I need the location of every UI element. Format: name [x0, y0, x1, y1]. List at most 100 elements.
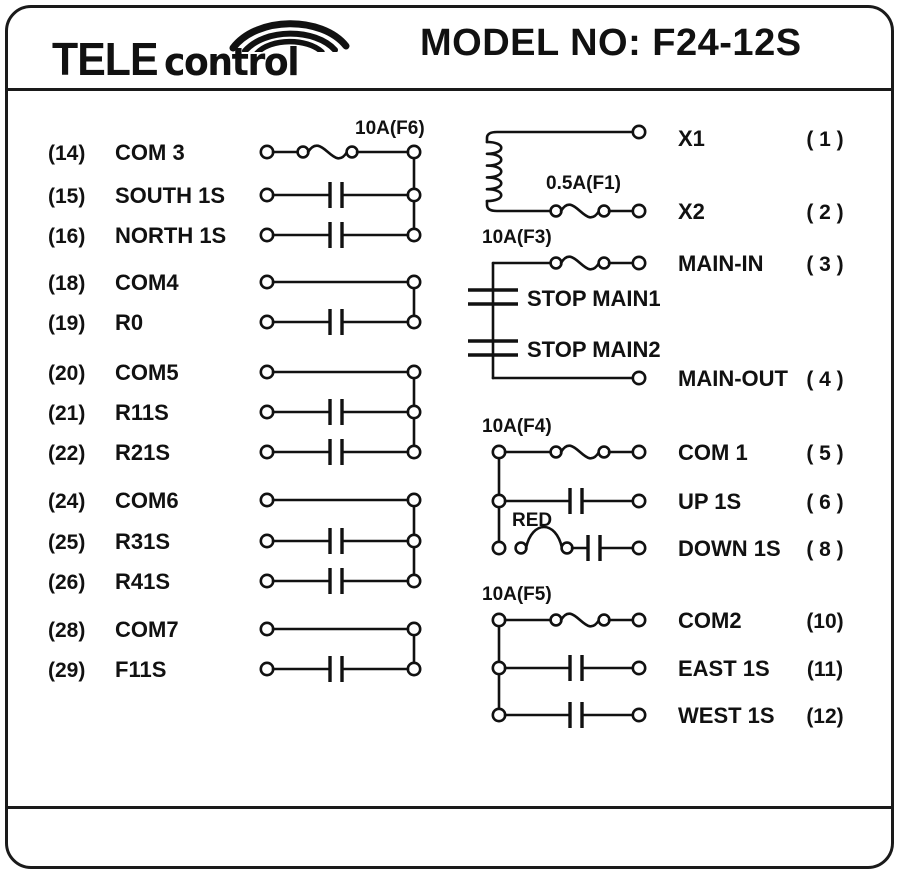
right-pin-number: ( 4 ): [806, 368, 843, 391]
x2-bottom-wire: [485, 199, 552, 213]
f4-bus-node: [491, 540, 507, 556]
left-pin-number: (14): [48, 142, 85, 165]
fuse-rating-label: 10A(F3): [482, 227, 552, 248]
west-terminal-node: [631, 707, 647, 723]
left-terminal-node: [259, 364, 275, 380]
left-terminal-name: COM6: [115, 488, 179, 513]
right-pin-number: ( 6 ): [806, 491, 843, 514]
left-terminal-node: [259, 533, 275, 549]
transformer-coil-icon: [485, 140, 503, 203]
left-terminal-name: COM 3: [115, 140, 185, 165]
left-pin-number: (20): [48, 362, 85, 385]
left-pin-number: (18): [48, 272, 85, 295]
bus-terminal-node: [406, 621, 422, 637]
main-out-terminal-node: [631, 370, 647, 386]
right-pin-number: ( 2 ): [806, 201, 843, 224]
left-pin-number: (22): [48, 442, 85, 465]
left-terminal-name: COM5: [115, 360, 179, 385]
bus-terminal-node: [406, 404, 422, 420]
com2-terminal-node: [631, 612, 647, 628]
f5-bus-node: [491, 612, 507, 628]
com1-terminal-node: [631, 444, 647, 460]
stop-main-label: STOP MAIN1: [527, 286, 661, 311]
right-terminal-name: WEST 1S: [678, 703, 775, 728]
left-terminal-name: R11S: [115, 400, 169, 425]
bus-terminal-node: [406, 364, 422, 380]
bus-terminal-node: [406, 274, 422, 290]
left-pin-number: (15): [48, 185, 85, 208]
right-pin-number: (11): [807, 658, 843, 681]
left-terminal-name: R0: [115, 310, 143, 335]
left-terminal-node: [259, 404, 275, 420]
fuse-curve-icon: [559, 444, 601, 460]
right-terminal-name: X2: [678, 199, 705, 224]
fuse-curve-icon: [559, 612, 601, 628]
fuse-curve-icon: [559, 203, 601, 219]
right-terminal-labels: X1 ( 1 ) X2 ( 2 ) MAIN-IN ( 3 ) MAIN-OUT ( 4 ) C…: [678, 126, 844, 728]
right-terminal-name: MAIN-OUT: [678, 366, 789, 391]
bus-terminal-node: [406, 144, 422, 160]
circuit-diagram: (14) COM 3 (15) SOUTH 1S (16) NORTH 1S (18) COM…: [48, 118, 844, 728]
f4-bus-node: [491, 493, 507, 509]
left-terminal-node: [259, 314, 275, 330]
bus-terminal-node: [406, 573, 422, 589]
right-pin-number: ( 3 ): [806, 253, 843, 276]
bus-terminal-node: [406, 533, 422, 549]
left-terminal-node: [259, 274, 275, 290]
bus-terminal-node: [406, 227, 422, 243]
left-terminal-node: [259, 621, 275, 637]
right-pin-number: ( 5 ): [806, 442, 843, 465]
left-terminal-node: [259, 444, 275, 460]
left-pin-number: (28): [48, 619, 85, 642]
left-pin-number: (25): [48, 531, 85, 554]
bus-terminal-node: [406, 187, 422, 203]
fuse-rating-label: 10A(F6): [355, 118, 425, 139]
fuse-rating-label: 10A(F4): [482, 416, 552, 437]
fuse-curve-icon: [306, 144, 349, 160]
bus-terminal-node: [406, 661, 422, 677]
right-pin-number: ( 8 ): [806, 538, 843, 561]
fuse-rating-label: 0.5A(F1): [546, 173, 621, 194]
left-terminal-node: [259, 227, 275, 243]
right-circuit-symbols: 0.5A(F1) 10A(F3) STOP MAIN1 STOP MAIN2 10A(F…: [468, 124, 661, 728]
left-terminal-node: [259, 144, 275, 160]
f5-bus-node: [491, 660, 507, 676]
right-terminal-name: EAST 1S: [678, 656, 770, 681]
left-pin-number: (16): [48, 225, 85, 248]
x1-terminal-node: [631, 124, 647, 140]
fuse-rating-label: 10A(F5): [482, 584, 552, 605]
right-terminal-name: COM 1: [678, 440, 748, 465]
left-terminal-name: SOUTH 1S: [115, 183, 225, 208]
left-circuit-symbols: 10A(F6): [259, 118, 425, 682]
x2-terminal-node: [631, 203, 647, 219]
left-terminal-node: [259, 187, 275, 203]
right-terminal-name: COM2: [678, 608, 742, 633]
left-terminal-name: F11S: [115, 657, 166, 682]
f4-bus-node: [491, 444, 507, 460]
right-pin-number: (10): [806, 610, 843, 633]
right-terminal-name: MAIN-IN: [678, 251, 764, 276]
left-terminal-name: COM4: [115, 270, 179, 295]
bus-terminal-node: [406, 314, 422, 330]
right-terminal-name: DOWN 1S: [678, 536, 781, 561]
left-terminal-labels: (14) COM 3 (15) SOUTH 1S (16) NORTH 1S (18) COM…: [48, 140, 226, 682]
wiring-diagram-page: TELE control MODEL NO: F24-12S (14) COM 3(…: [0, 0, 903, 878]
bus-terminal-node: [406, 492, 422, 508]
f5-bus-node: [491, 707, 507, 723]
east-terminal-node: [631, 660, 647, 676]
left-pin-number: (26): [48, 571, 85, 594]
fuse-curve-icon: [559, 255, 601, 271]
left-terminal-name: R31S: [115, 529, 170, 554]
right-terminal-name: UP 1S: [678, 489, 741, 514]
bus-terminal-node: [406, 444, 422, 460]
left-terminal-name: R21S: [115, 440, 170, 465]
left-terminal-name: COM7: [115, 617, 179, 642]
left-terminal-node: [259, 492, 275, 508]
left-pin-number: (29): [48, 659, 85, 682]
left-terminal-node: [259, 573, 275, 589]
up-terminal-node: [631, 493, 647, 509]
right-pin-number: ( 1 ): [806, 128, 843, 151]
main-in-terminal-node: [631, 255, 647, 271]
right-pin-number: (12): [806, 705, 843, 728]
left-pin-number: (21): [48, 402, 85, 425]
